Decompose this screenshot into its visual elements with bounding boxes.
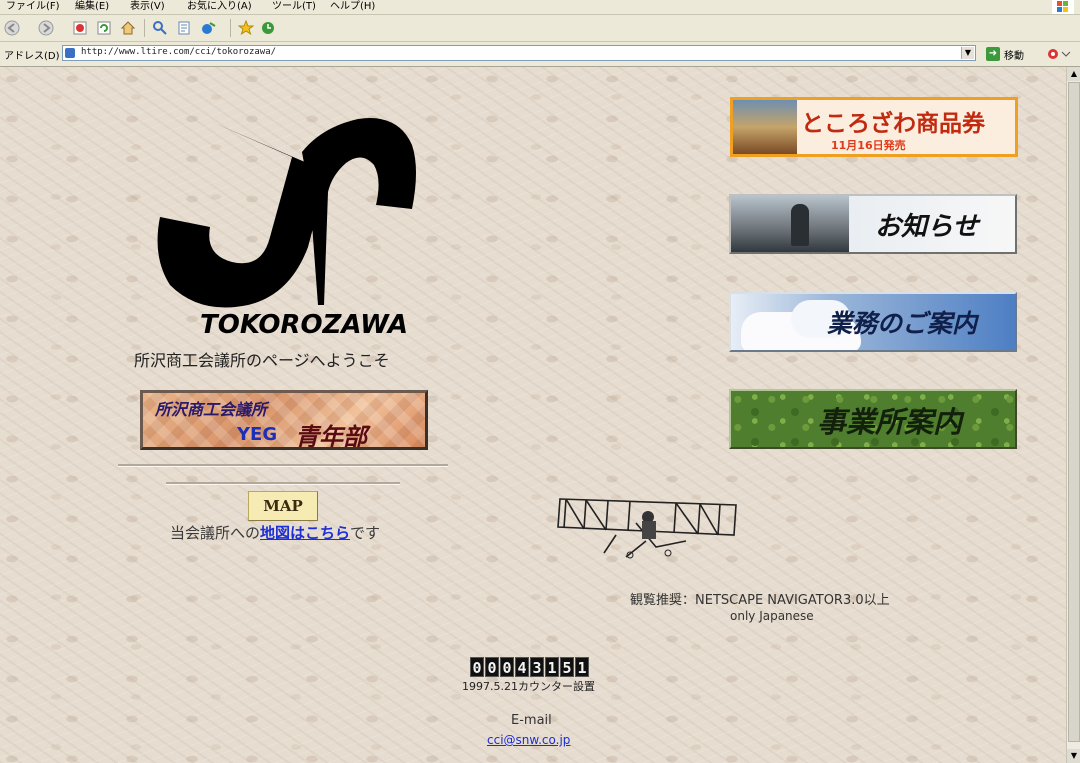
map-link[interactable]: 地図はこちら: [260, 524, 350, 542]
logo-wordmark: TOKOROZAWA: [200, 310, 408, 340]
counter-digit: 3: [530, 657, 544, 677]
menu-help[interactable]: ヘルプ(H): [330, 0, 375, 12]
language-note: only Japanese: [730, 609, 814, 623]
menu-file[interactable]: ファイル(F): [6, 0, 60, 12]
refresh-icon[interactable]: [96, 20, 112, 36]
scroll-thumb[interactable]: [1068, 82, 1080, 742]
toolbar-separator: [230, 19, 231, 37]
counter-digit: 1: [545, 657, 559, 677]
map-prefix: 当会議所への: [170, 524, 261, 542]
counter-digit: 0: [500, 657, 514, 677]
back-icon[interactable]: [4, 20, 20, 36]
go-label: 移動: [1004, 51, 1024, 62]
stop-icon[interactable]: [72, 20, 88, 36]
counter-digit: 4: [515, 657, 529, 677]
yeg-tag: YEG: [237, 424, 278, 445]
media-icon[interactable]: [200, 20, 216, 36]
toolbar: [0, 15, 1080, 42]
services-banner[interactable]: 業務のご案内: [729, 292, 1017, 352]
yeg-top-text: 所沢商工会議所: [155, 400, 268, 419]
menu-tools[interactable]: ツール(T): [272, 0, 316, 12]
address-input[interactable]: http://www.ltire.com/cci/tokorozawa/ ▼: [62, 45, 976, 61]
menu-edit[interactable]: 編集(E): [75, 0, 109, 12]
map-line: 当会議所への地図はこちらです: [170, 522, 380, 543]
menu-bar: ファイル(F) 編集(E) 表示(V) お気に入り(A) ツール(T) ヘルプ(…: [0, 0, 1080, 15]
divider: [166, 482, 400, 485]
counter-digit: 0: [485, 657, 499, 677]
divider: [118, 464, 448, 467]
map-suffix: です: [350, 524, 381, 542]
map-button[interactable]: MAP: [248, 491, 318, 521]
visitor-counter: 0 0 0 4 3 1 5 1: [470, 657, 589, 677]
business-directory-banner[interactable]: 事業所案内: [729, 389, 1017, 449]
go-arrow-icon: ➜: [986, 47, 1000, 61]
banner-photo: [731, 196, 849, 252]
toolbar-separator: [144, 19, 145, 37]
address-bar: アドレス(D) http://www.ltire.com/cci/tokoroz…: [0, 42, 1080, 67]
counter-digit: 0: [470, 657, 484, 677]
banner-photo: [733, 100, 797, 154]
banner-subtitle: 11月16日発売: [831, 139, 906, 152]
email-label: E-mail: [511, 713, 552, 728]
banner-title: ところざわ商品券: [801, 110, 985, 137]
star-icon[interactable]: [238, 20, 254, 36]
forward-icon[interactable]: [38, 20, 54, 36]
links-icon[interactable]: [1046, 47, 1074, 61]
browser-recommendation: 観覧推奨：NETSCAPE NAVIGATOR3.0以上: [630, 593, 890, 608]
scroll-up-icon[interactable]: ▲: [1067, 67, 1080, 81]
page-icon: [65, 48, 75, 58]
email-link[interactable]: cci@snw.co.jp: [487, 733, 570, 747]
banner-title: 業務のご案内: [827, 309, 978, 338]
biplane-icon: [557, 498, 737, 559]
news-banner[interactable]: お知らせ: [729, 194, 1017, 254]
menu-favorites[interactable]: お気に入り(A): [187, 0, 252, 12]
counter-digit: 5: [560, 657, 574, 677]
url-text[interactable]: http://www.ltire.com/cci/tokorozawa/: [81, 47, 276, 57]
page-viewport: TOKOROZAWA 所沢商工会議所のページへようこそ 所沢商工会議所 YEG …: [0, 67, 1066, 763]
counter-digit: 1: [575, 657, 589, 677]
history-icon[interactable]: [260, 20, 276, 36]
go-button[interactable]: ➜ 移動: [986, 46, 1036, 62]
banner-title: お知らせ: [875, 212, 979, 242]
home-icon[interactable]: [120, 20, 136, 36]
shopping-voucher-banner[interactable]: ところざわ商品券 11月16日発売: [730, 97, 1018, 157]
address-dropdown-icon[interactable]: ▼: [961, 47, 974, 59]
scroll-down-icon[interactable]: ▼: [1067, 749, 1080, 763]
yeg-banner[interactable]: 所沢商工会議所 YEG 青年部: [140, 390, 428, 450]
address-label: アドレス(D): [4, 51, 60, 62]
windows-logo-icon: [1052, 0, 1074, 14]
vertical-scrollbar[interactable]: ▲ ▼: [1066, 67, 1080, 763]
menu-view[interactable]: 表示(V): [130, 0, 165, 12]
tokorozawa-logo-icon: [157, 118, 416, 308]
counter-note: 1997.5.21カウンター設置: [462, 680, 595, 693]
banner-title: 事業所案内: [817, 405, 963, 439]
yeg-kanji: 青年部: [295, 422, 367, 450]
welcome-text: 所沢商工会議所のページへようこそ: [134, 351, 390, 370]
search-icon[interactable]: [152, 20, 168, 36]
favorites-icon[interactable]: [176, 20, 192, 36]
